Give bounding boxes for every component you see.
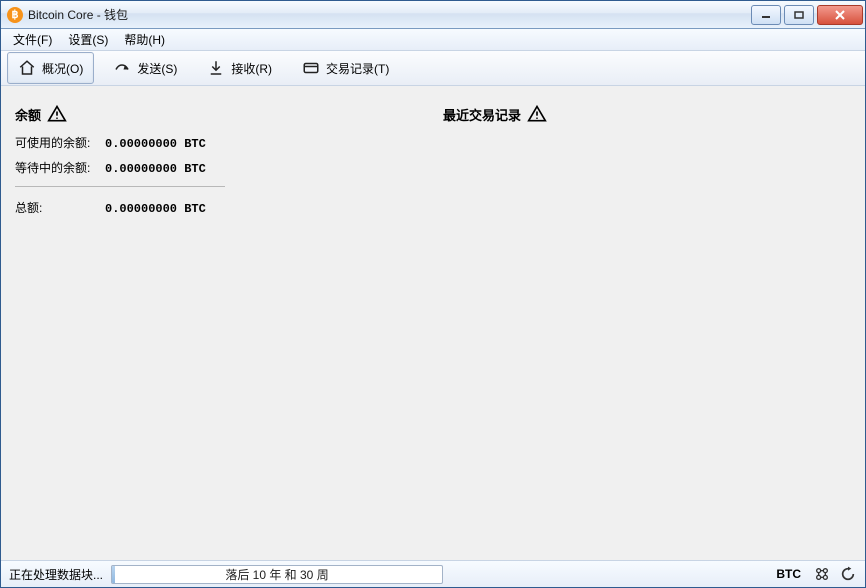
pending-value: 0.00000000 BTC: [105, 162, 206, 176]
recent-column: 最近交易记录: [443, 104, 851, 552]
toolbar: 概况(O) 发送(S) 接收(R) 交易记录(T): [1, 51, 865, 86]
warning-icon: [527, 104, 547, 124]
content-area: 余额 可使用的余额: 0.00000000 BTC 等待中的余额: 0.0000…: [1, 86, 865, 560]
bitcoin-icon: ฿: [7, 7, 23, 23]
receive-icon: [207, 59, 225, 77]
tab-transactions[interactable]: 交易记录(T): [291, 52, 400, 84]
total-label: 总额:: [15, 199, 105, 216]
window-controls: [751, 5, 863, 25]
tab-transactions-label: 交易记录(T): [326, 60, 389, 77]
balance-row-available: 可使用的余额: 0.00000000 BTC: [15, 134, 423, 151]
warning-icon: [47, 104, 67, 124]
available-label: 可使用的余额:: [15, 134, 105, 151]
balances-list: 可使用的余额: 0.00000000 BTC 等待中的余额: 0.0000000…: [15, 134, 423, 216]
progress-fill: [112, 566, 115, 583]
total-value: 0.00000000 BTC: [105, 202, 206, 216]
tab-send[interactable]: 发送(S): [102, 52, 188, 84]
menu-file[interactable]: 文件(F): [7, 29, 58, 50]
menu-settings[interactable]: 设置(S): [62, 29, 114, 50]
tab-receive[interactable]: 接收(R): [196, 52, 283, 84]
balances-heading: 余额: [15, 104, 423, 124]
balance-row-pending: 等待中的余额: 0.00000000 BTC: [15, 159, 423, 176]
progress-label: 落后 10 年 和 30 周: [225, 566, 328, 583]
recent-heading: 最近交易记录: [443, 104, 851, 124]
sync-spinner-icon[interactable]: [839, 565, 857, 583]
status-processing-text: 正在处理数据块...: [9, 566, 103, 583]
send-icon: [113, 59, 131, 77]
menubar: 文件(F) 设置(S) 帮助(H): [1, 29, 865, 51]
minimize-button[interactable]: [751, 5, 781, 25]
balances-column: 余额 可使用的余额: 0.00000000 BTC 等待中的余额: 0.0000…: [15, 104, 423, 552]
tab-send-label: 发送(S): [137, 60, 177, 77]
tab-overview-label: 概况(O): [42, 60, 83, 77]
titlebar: ฿ Bitcoin Core - 钱包: [1, 1, 865, 29]
sync-progress-bar: 落后 10 年 和 30 周: [111, 565, 443, 584]
network-icon[interactable]: [813, 565, 831, 583]
balance-row-total: 总额: 0.00000000 BTC: [15, 199, 423, 216]
tab-receive-label: 接收(R): [231, 60, 272, 77]
maximize-button[interactable]: [784, 5, 814, 25]
available-value: 0.00000000 BTC: [105, 137, 206, 151]
recent-title-text: 最近交易记录: [443, 105, 521, 124]
balances-title-text: 余额: [15, 105, 41, 124]
divider: [15, 186, 225, 187]
tab-overview[interactable]: 概况(O): [7, 52, 94, 84]
pending-label: 等待中的余额:: [15, 159, 105, 176]
status-unit[interactable]: BTC: [776, 567, 801, 581]
statusbar: 正在处理数据块... 落后 10 年 和 30 周 BTC: [1, 560, 865, 587]
menu-help[interactable]: 帮助(H): [118, 29, 171, 50]
transactions-icon: [302, 59, 320, 77]
close-button[interactable]: [817, 5, 863, 25]
app-window: ฿ Bitcoin Core - 钱包 文件(F) 设置(S) 帮助(H) 概况…: [0, 0, 866, 588]
home-icon: [18, 59, 36, 77]
window-title: Bitcoin Core - 钱包: [28, 6, 128, 23]
